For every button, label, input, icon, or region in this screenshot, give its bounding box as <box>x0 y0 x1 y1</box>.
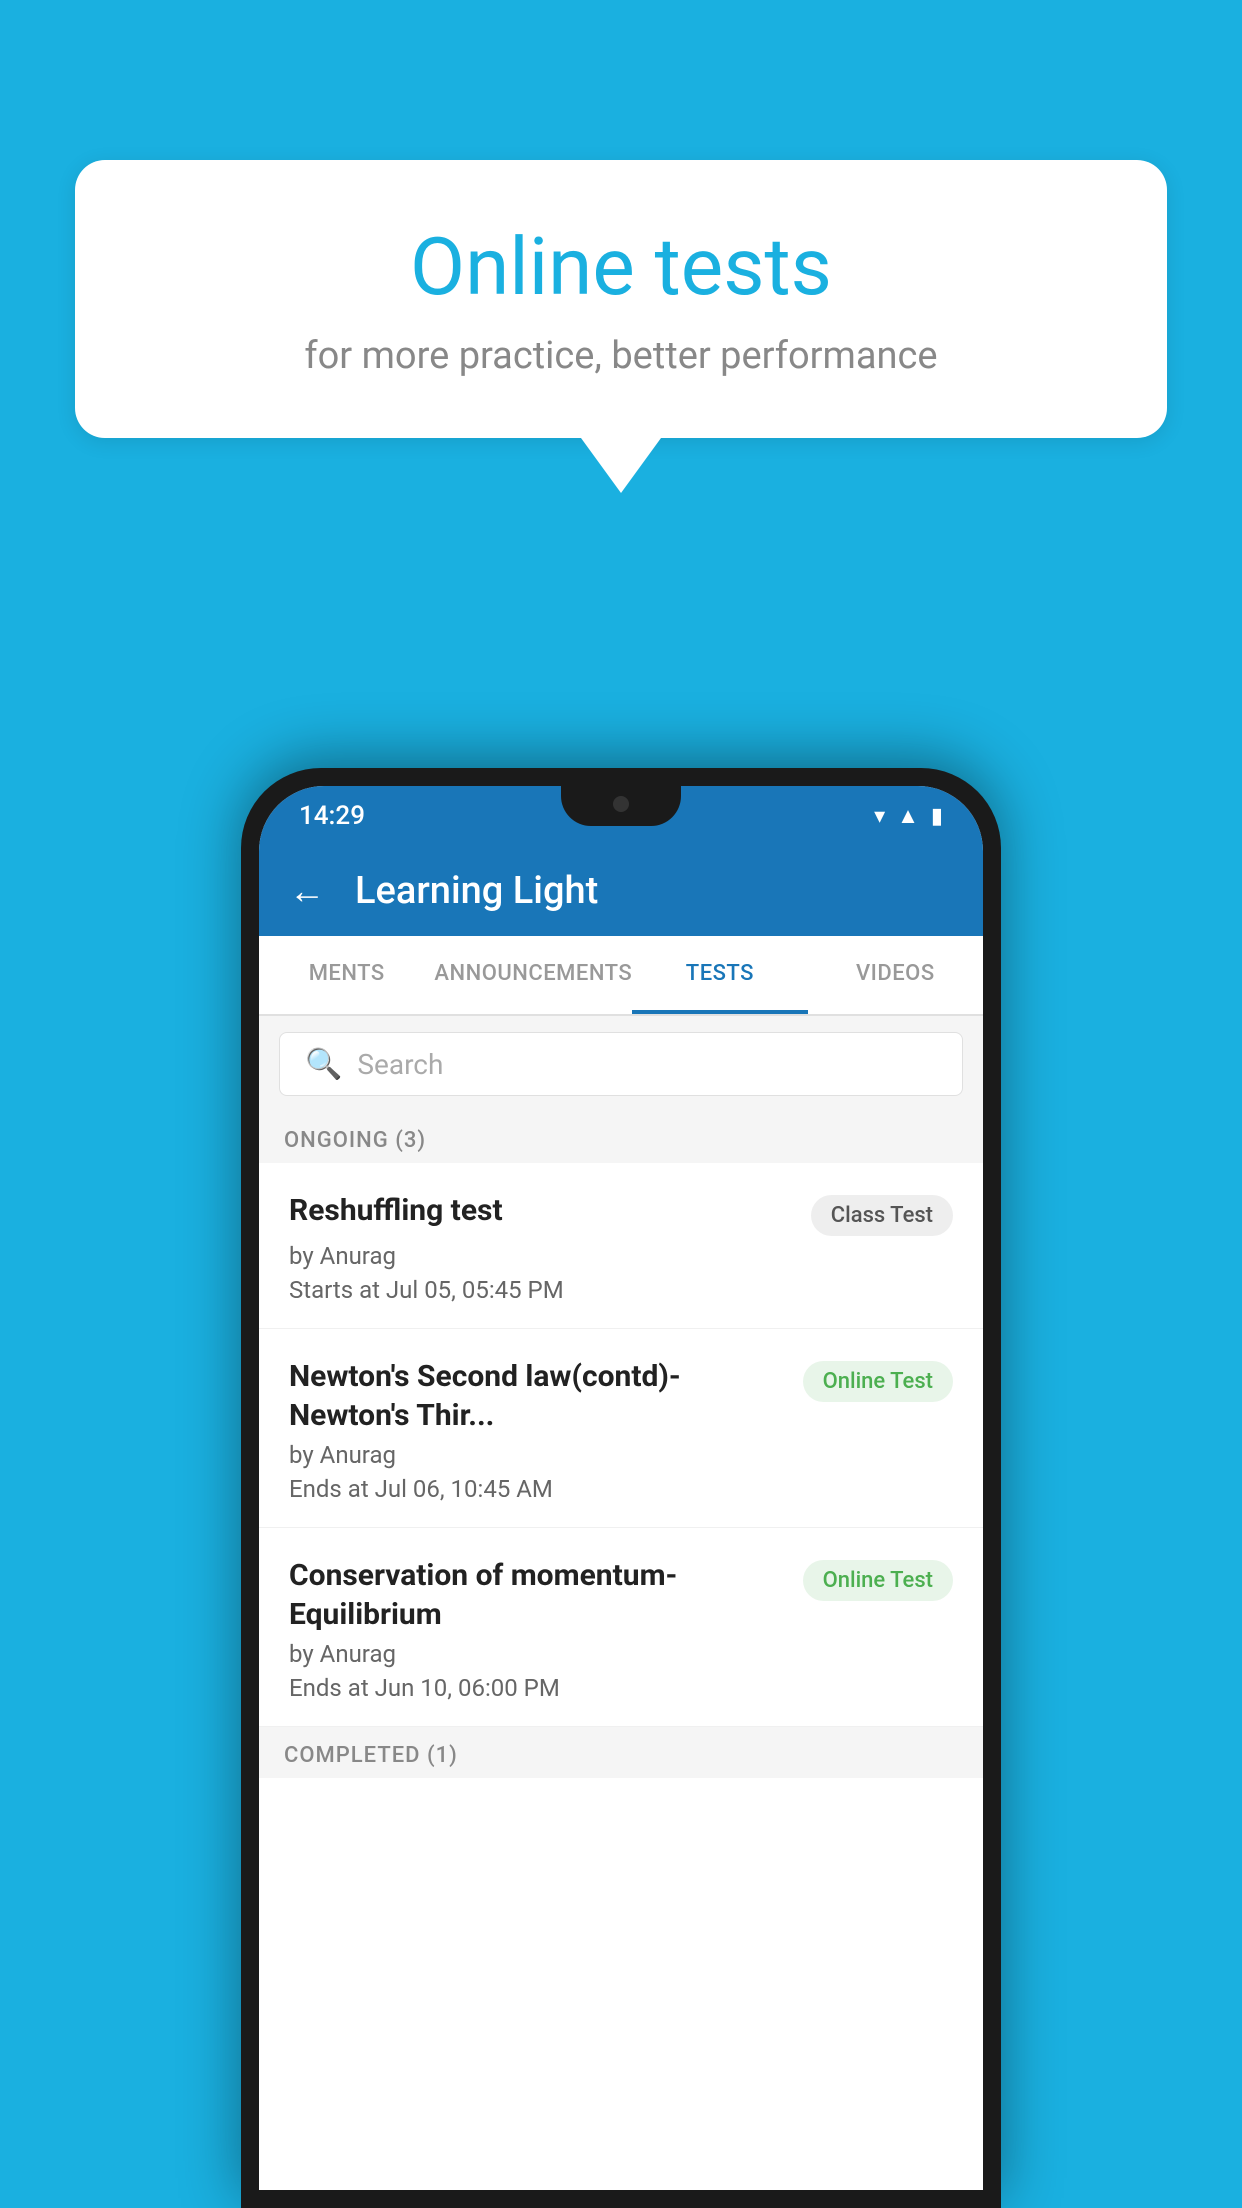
back-button[interactable]: ← <box>289 870 325 912</box>
test-author: by Anurag <box>289 1441 953 1469</box>
test-badge-online: Online Test <box>803 1560 953 1601</box>
camera-dot <box>613 796 629 812</box>
wifi-icon: ▾ <box>874 804 885 829</box>
list-item[interactable]: Reshuffling test Class Test by Anurag St… <box>259 1163 983 1329</box>
test-name: Reshuffling test <box>289 1191 796 1230</box>
phone-notch <box>561 786 681 826</box>
app-header: ← Learning Light <box>259 846 983 936</box>
search-placeholder: Search <box>357 1048 443 1081</box>
test-item-header: Reshuffling test Class Test <box>289 1191 953 1236</box>
test-item-header: Newton's Second law(contd)-Newton's Thir… <box>289 1357 953 1435</box>
test-date: Ends at Jun 10, 06:00 PM <box>289 1674 953 1702</box>
speech-bubble: Online tests for more practice, better p… <box>75 160 1167 438</box>
search-icon: 🔍 <box>305 1047 342 1082</box>
search-container: 🔍 Search <box>259 1016 983 1112</box>
test-name: Conservation of momentum-Equilibrium <box>289 1556 788 1634</box>
test-list: Reshuffling test Class Test by Anurag St… <box>259 1163 983 2190</box>
speech-bubble-title: Online tests <box>145 220 1097 314</box>
search-bar[interactable]: 🔍 Search <box>279 1032 963 1096</box>
tab-videos[interactable]: VIDEOS <box>808 936 983 1014</box>
test-item-header: Conservation of momentum-Equilibrium Onl… <box>289 1556 953 1634</box>
tab-tests[interactable]: TESTS <box>632 936 807 1014</box>
ongoing-section-label: ONGOING (3) <box>284 1128 426 1153</box>
speech-bubble-arrow <box>581 438 661 493</box>
list-item[interactable]: Newton's Second law(contd)-Newton's Thir… <box>259 1329 983 1528</box>
speech-bubble-container: Online tests for more practice, better p… <box>75 160 1167 493</box>
status-time: 14:29 <box>299 801 365 831</box>
phone-frame: 14:29 ▾ ▲ ▮ ← Learning Light MENTS ANNOU… <box>241 768 1001 2208</box>
completed-section-label: COMPLETED (1) <box>284 1743 458 1768</box>
battery-icon: ▮ <box>931 804 943 829</box>
signal-icon: ▲ <box>897 803 919 829</box>
test-badge-online: Online Test <box>803 1361 953 1402</box>
tabs-bar: MENTS ANNOUNCEMENTS TESTS VIDEOS <box>259 936 983 1016</box>
test-date: Ends at Jul 06, 10:45 AM <box>289 1475 953 1503</box>
list-item[interactable]: Conservation of momentum-Equilibrium Onl… <box>259 1528 983 1727</box>
tab-ments[interactable]: MENTS <box>259 936 434 1014</box>
status-icons: ▾ ▲ ▮ <box>874 803 943 829</box>
app-title: Learning Light <box>355 869 598 913</box>
phone-screen: 14:29 ▾ ▲ ▮ ← Learning Light MENTS ANNOU… <box>259 786 983 2190</box>
ongoing-section-header: ONGOING (3) <box>259 1112 983 1163</box>
test-badge-class: Class Test <box>811 1195 953 1236</box>
test-author: by Anurag <box>289 1242 953 1270</box>
test-date: Starts at Jul 05, 05:45 PM <box>289 1276 953 1304</box>
tab-announcements[interactable]: ANNOUNCEMENTS <box>434 936 632 1014</box>
test-name: Newton's Second law(contd)-Newton's Thir… <box>289 1357 788 1435</box>
speech-bubble-subtitle: for more practice, better performance <box>145 334 1097 378</box>
test-author: by Anurag <box>289 1640 953 1668</box>
completed-section-header: COMPLETED (1) <box>259 1727 983 1778</box>
